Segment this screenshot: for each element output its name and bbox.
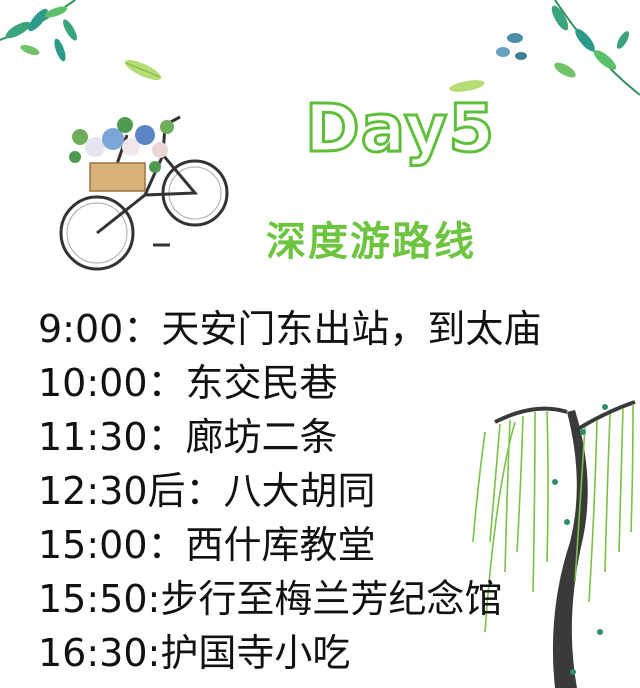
schedule-time: 16:30:: [38, 631, 161, 675]
schedule-time: 11:30：: [38, 415, 186, 459]
bicycle-flower-basket-illustration: [59, 115, 229, 271]
schedule-row: 11:30： 廊坊二条: [38, 410, 638, 464]
schedule-list: 9:00： 天安门东出站，到太庙 10:00： 东交民巷 11:30： 廊坊二条…: [38, 302, 638, 680]
schedule-place: 天安门东出站，到太庙: [161, 307, 542, 351]
schedule-row: 15:50: 步行至梅兰芳纪念馆: [38, 572, 638, 626]
schedule-place: 步行至梅兰芳纪念馆: [160, 577, 503, 621]
schedule-time: 15:50:: [38, 577, 161, 621]
schedule-place: 东交民巷: [185, 361, 338, 405]
schedule-time: 12:30后：: [38, 469, 224, 513]
schedule-place: 护国寺小吃: [160, 631, 351, 675]
schedule-row: 12:30后： 八大胡同: [38, 464, 638, 518]
schedule-place: 八大胡同: [223, 469, 376, 513]
schedule-time: 10:00：: [38, 361, 186, 405]
schedule-time: 9:00：: [38, 307, 162, 351]
leaf-branch-icon: [496, 0, 640, 96]
page-title: Day5: [303, 90, 496, 167]
page-subtitle: 深度游路线: [266, 219, 476, 265]
schedule-place: 西什库教堂: [185, 523, 376, 567]
schedule-time: 15:00：: [38, 523, 186, 567]
schedule-row: 9:00： 天安门东出站，到太庙: [38, 302, 638, 356]
leaf-branch-icon: [0, 0, 77, 62]
schedule-row: 15:00： 西什库教堂: [38, 518, 638, 572]
leaf-icon: [124, 59, 162, 81]
schedule-row: 16:30: 护国寺小吃: [38, 626, 638, 680]
schedule-place: 廊坊二条: [185, 415, 338, 459]
schedule-row: 10:00： 东交民巷: [38, 356, 638, 410]
